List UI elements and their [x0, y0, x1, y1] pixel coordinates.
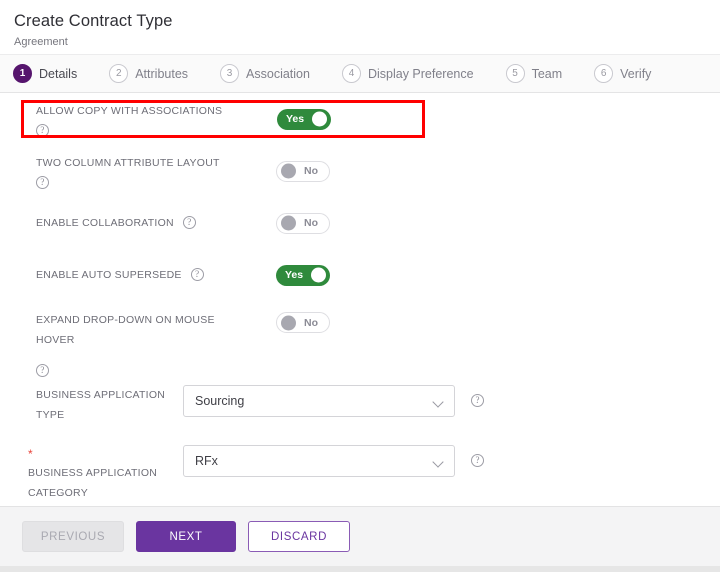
field-row-two-column-attribute-layout: TWO COLUMN ATTRIBUTE LAYOUT ? No [0, 145, 720, 197]
select-business-application-category[interactable]: RFx [183, 445, 455, 477]
label-text: ENABLE COLLABORATION [36, 213, 174, 233]
page-header: Create Contract Type Agreement [0, 0, 720, 54]
toggle-value: Yes [285, 269, 303, 281]
toggle-knob [281, 216, 296, 231]
step-team[interactable]: 5 Team [506, 64, 563, 83]
field-label-enable-auto-supersede: ENABLE AUTO SUPERSEDE ? [36, 265, 246, 285]
toggle-two-column-attribute-layout[interactable]: No [276, 161, 330, 182]
step-label-details: Details [39, 67, 77, 81]
step-number-5: 5 [506, 64, 525, 83]
step-number-6: 6 [594, 64, 613, 83]
toggle-knob [312, 112, 327, 127]
required-marker: * [28, 445, 33, 463]
step-display-preference[interactable]: 4 Display Preference [342, 64, 474, 83]
select-value: Sourcing [195, 394, 244, 408]
toggle-wrap: No [276, 161, 330, 182]
label-text: ALLOW COPY WITH ASSOCIATIONS [36, 101, 222, 121]
step-number-2: 2 [109, 64, 128, 83]
toggle-wrap: No [276, 213, 330, 234]
help-icon[interactable]: ? [471, 394, 484, 407]
step-details[interactable]: 1 Details [13, 64, 77, 83]
label-text: EXPAND DROP-DOWN ON MOUSE HOVER [36, 310, 223, 350]
field-label-business-application-category: * BUSINESS APPLICATION CATEGORY [28, 445, 183, 503]
toggle-value: No [304, 317, 318, 329]
bottom-strip [0, 566, 720, 572]
field-label-enable-collaboration: ENABLE COLLABORATION ? [36, 213, 246, 233]
help-icon[interactable]: ? [36, 176, 49, 189]
select-value: RFx [195, 454, 218, 468]
toggle-enable-collaboration[interactable]: No [276, 213, 330, 234]
toggle-knob [281, 164, 296, 179]
help-icon[interactable]: ? [36, 124, 49, 137]
chevron-down-icon [434, 398, 444, 404]
toggle-value: Yes [286, 113, 304, 125]
step-number-4: 4 [342, 64, 361, 83]
field-row-business-application-category: * BUSINESS APPLICATION CATEGORY RFx ? [0, 437, 720, 503]
help-icon[interactable]: ? [471, 454, 484, 467]
field-row-business-application-type: BUSINESS APPLICATION TYPE Sourcing ? [0, 377, 720, 437]
previous-button[interactable]: PREVIOUS [22, 521, 124, 552]
step-label-attributes: Attributes [135, 67, 188, 81]
wizard-stepper: 1 Details 2 Attributes 3 Association 4 D… [0, 54, 720, 93]
step-number-3: 3 [220, 64, 239, 83]
field-row-expand-dropdown-on-mouse-hover: EXPAND DROP-DOWN ON MOUSE HOVER ? No [0, 301, 720, 377]
field-label-business-application-type: BUSINESS APPLICATION TYPE [36, 385, 183, 425]
toggle-value: No [304, 165, 318, 177]
chevron-down-icon [434, 458, 444, 464]
help-icon[interactable]: ? [36, 364, 49, 377]
toggle-allow-copy-with-associations[interactable]: Yes [277, 109, 331, 130]
form-footer: PREVIOUS NEXT DISCARD [0, 506, 720, 566]
step-number-1: 1 [13, 64, 32, 83]
step-label-team: Team [532, 67, 563, 81]
page-subtitle: Agreement [14, 35, 720, 49]
step-attributes[interactable]: 2 Attributes [109, 64, 188, 83]
toggle-wrap: Yes [276, 265, 330, 286]
label-text: TWO COLUMN ATTRIBUTE LAYOUT [36, 153, 220, 173]
toggle-wrap: Yes [277, 109, 331, 130]
label-text: BUSINESS APPLICATION TYPE [36, 385, 166, 425]
form-body: ALLOW COPY WITH ASSOCIATIONS ? Yes TWO C… [0, 93, 720, 495]
field-row-enable-collaboration: ENABLE COLLABORATION ? No [0, 197, 720, 249]
page-title: Create Contract Type [14, 10, 720, 32]
field-label-two-column-attribute-layout: TWO COLUMN ATTRIBUTE LAYOUT ? [36, 153, 246, 189]
step-verify[interactable]: 6 Verify [594, 64, 651, 83]
toggle-value: No [304, 217, 318, 229]
label-text: ENABLE AUTO SUPERSEDE [36, 265, 182, 285]
create-contract-type-page: Create Contract Type Agreement 1 Details… [0, 0, 720, 572]
step-label-association: Association [246, 67, 310, 81]
label-text: BUSINESS APPLICATION CATEGORY [28, 463, 166, 503]
field-label-expand-dropdown-on-mouse-hover: EXPAND DROP-DOWN ON MOUSE HOVER ? [36, 310, 240, 377]
field-row-enable-auto-supersede: ENABLE AUTO SUPERSEDE ? Yes [0, 249, 720, 301]
toggle-enable-auto-supersede[interactable]: Yes [276, 265, 330, 286]
step-label-verify: Verify [620, 67, 651, 81]
help-icon[interactable]: ? [183, 216, 196, 229]
select-business-application-type[interactable]: Sourcing [183, 385, 455, 417]
step-label-display-preference: Display Preference [368, 67, 474, 81]
help-icon[interactable]: ? [191, 268, 204, 281]
next-button[interactable]: NEXT [136, 521, 236, 552]
toggle-expand-dropdown-on-mouse-hover[interactable]: No [276, 312, 330, 333]
toggle-knob [311, 268, 326, 283]
field-label-allow-copy-with-associations: ALLOW COPY WITH ASSOCIATIONS ? [36, 101, 246, 137]
step-association[interactable]: 3 Association [220, 64, 310, 83]
toggle-knob [281, 315, 296, 330]
discard-button[interactable]: DISCARD [248, 521, 350, 552]
toggle-wrap: No [276, 312, 330, 333]
field-row-allow-copy-with-associations: ALLOW COPY WITH ASSOCIATIONS ? Yes [0, 93, 720, 145]
